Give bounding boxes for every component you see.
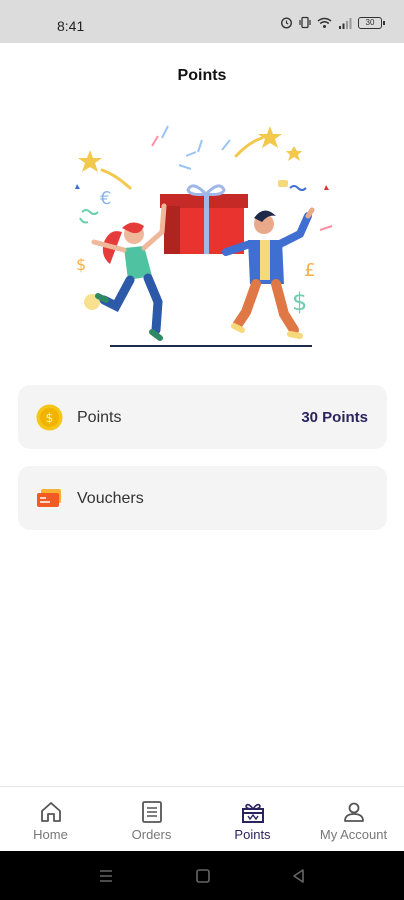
battery-icon: 30 (358, 16, 385, 29)
status-icons: 30 (280, 16, 385, 29)
battery-level: 30 (365, 17, 375, 27)
system-nav-bar (0, 851, 404, 900)
nav-item-my-account[interactable]: My Account (303, 787, 404, 851)
nav-label-orders: Orders (131, 827, 172, 842)
voucher-icon (37, 489, 61, 507)
gift-box (160, 184, 248, 254)
svg-text:€: € (100, 188, 111, 209)
points-label: Points (77, 409, 122, 426)
system-home-icon[interactable] (194, 867, 212, 885)
points-card[interactable]: $ Points 30 Points (18, 385, 387, 449)
nav-label-home: Home (33, 827, 68, 842)
woman-figure (91, 203, 167, 341)
svg-text:$: $ (292, 288, 307, 316)
vouchers-label: Vouchers (77, 490, 144, 507)
status-time: 8:41 (57, 18, 85, 34)
svg-text:£: £ (304, 260, 315, 281)
svg-text:$: $ (46, 411, 54, 425)
nav-item-home[interactable]: Home (0, 787, 101, 851)
vouchers-card[interactable]: Vouchers (18, 466, 387, 530)
wifi-icon (317, 17, 332, 28)
app-header: Points (0, 43, 404, 105)
signal-icon (339, 17, 352, 29)
recent-apps-icon[interactable] (97, 867, 115, 885)
vibrate-icon (299, 16, 311, 29)
gift-icon (241, 803, 264, 823)
nav-label-my-account: My Account (319, 827, 388, 842)
page-title: Points (177, 67, 227, 84)
celebration-illustration: € $ £ $ (75, 125, 333, 347)
svg-text:$: $ (76, 255, 86, 274)
coin-icon: $ (36, 404, 63, 431)
status-bar: 8:41 30 (0, 0, 404, 43)
points-value: 30 Points (301, 409, 368, 426)
nav-label-points: Points (234, 827, 271, 842)
nav-item-points[interactable]: Points (202, 787, 303, 851)
nav-item-orders[interactable]: Orders (101, 787, 202, 851)
orders-icon (141, 801, 162, 823)
account-icon (343, 802, 364, 822)
home-icon (40, 802, 61, 822)
system-back-icon[interactable] (290, 867, 308, 885)
alarm-icon (280, 17, 293, 29)
bottom-nav: Home Orders Points My Account (0, 786, 404, 851)
